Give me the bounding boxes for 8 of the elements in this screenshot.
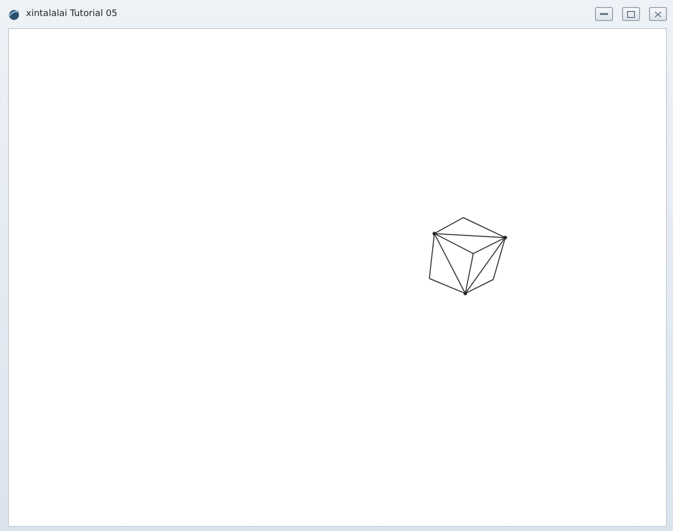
minimize-icon bbox=[600, 12, 608, 16]
maximize-button[interactable] bbox=[622, 7, 640, 21]
maximize-icon bbox=[627, 10, 635, 18]
close-icon bbox=[654, 10, 662, 18]
close-button[interactable] bbox=[649, 7, 667, 21]
app-icon bbox=[8, 8, 20, 20]
minimize-button[interactable] bbox=[595, 7, 613, 21]
window-title: xintalalai Tutorial 05 bbox=[26, 9, 118, 19]
